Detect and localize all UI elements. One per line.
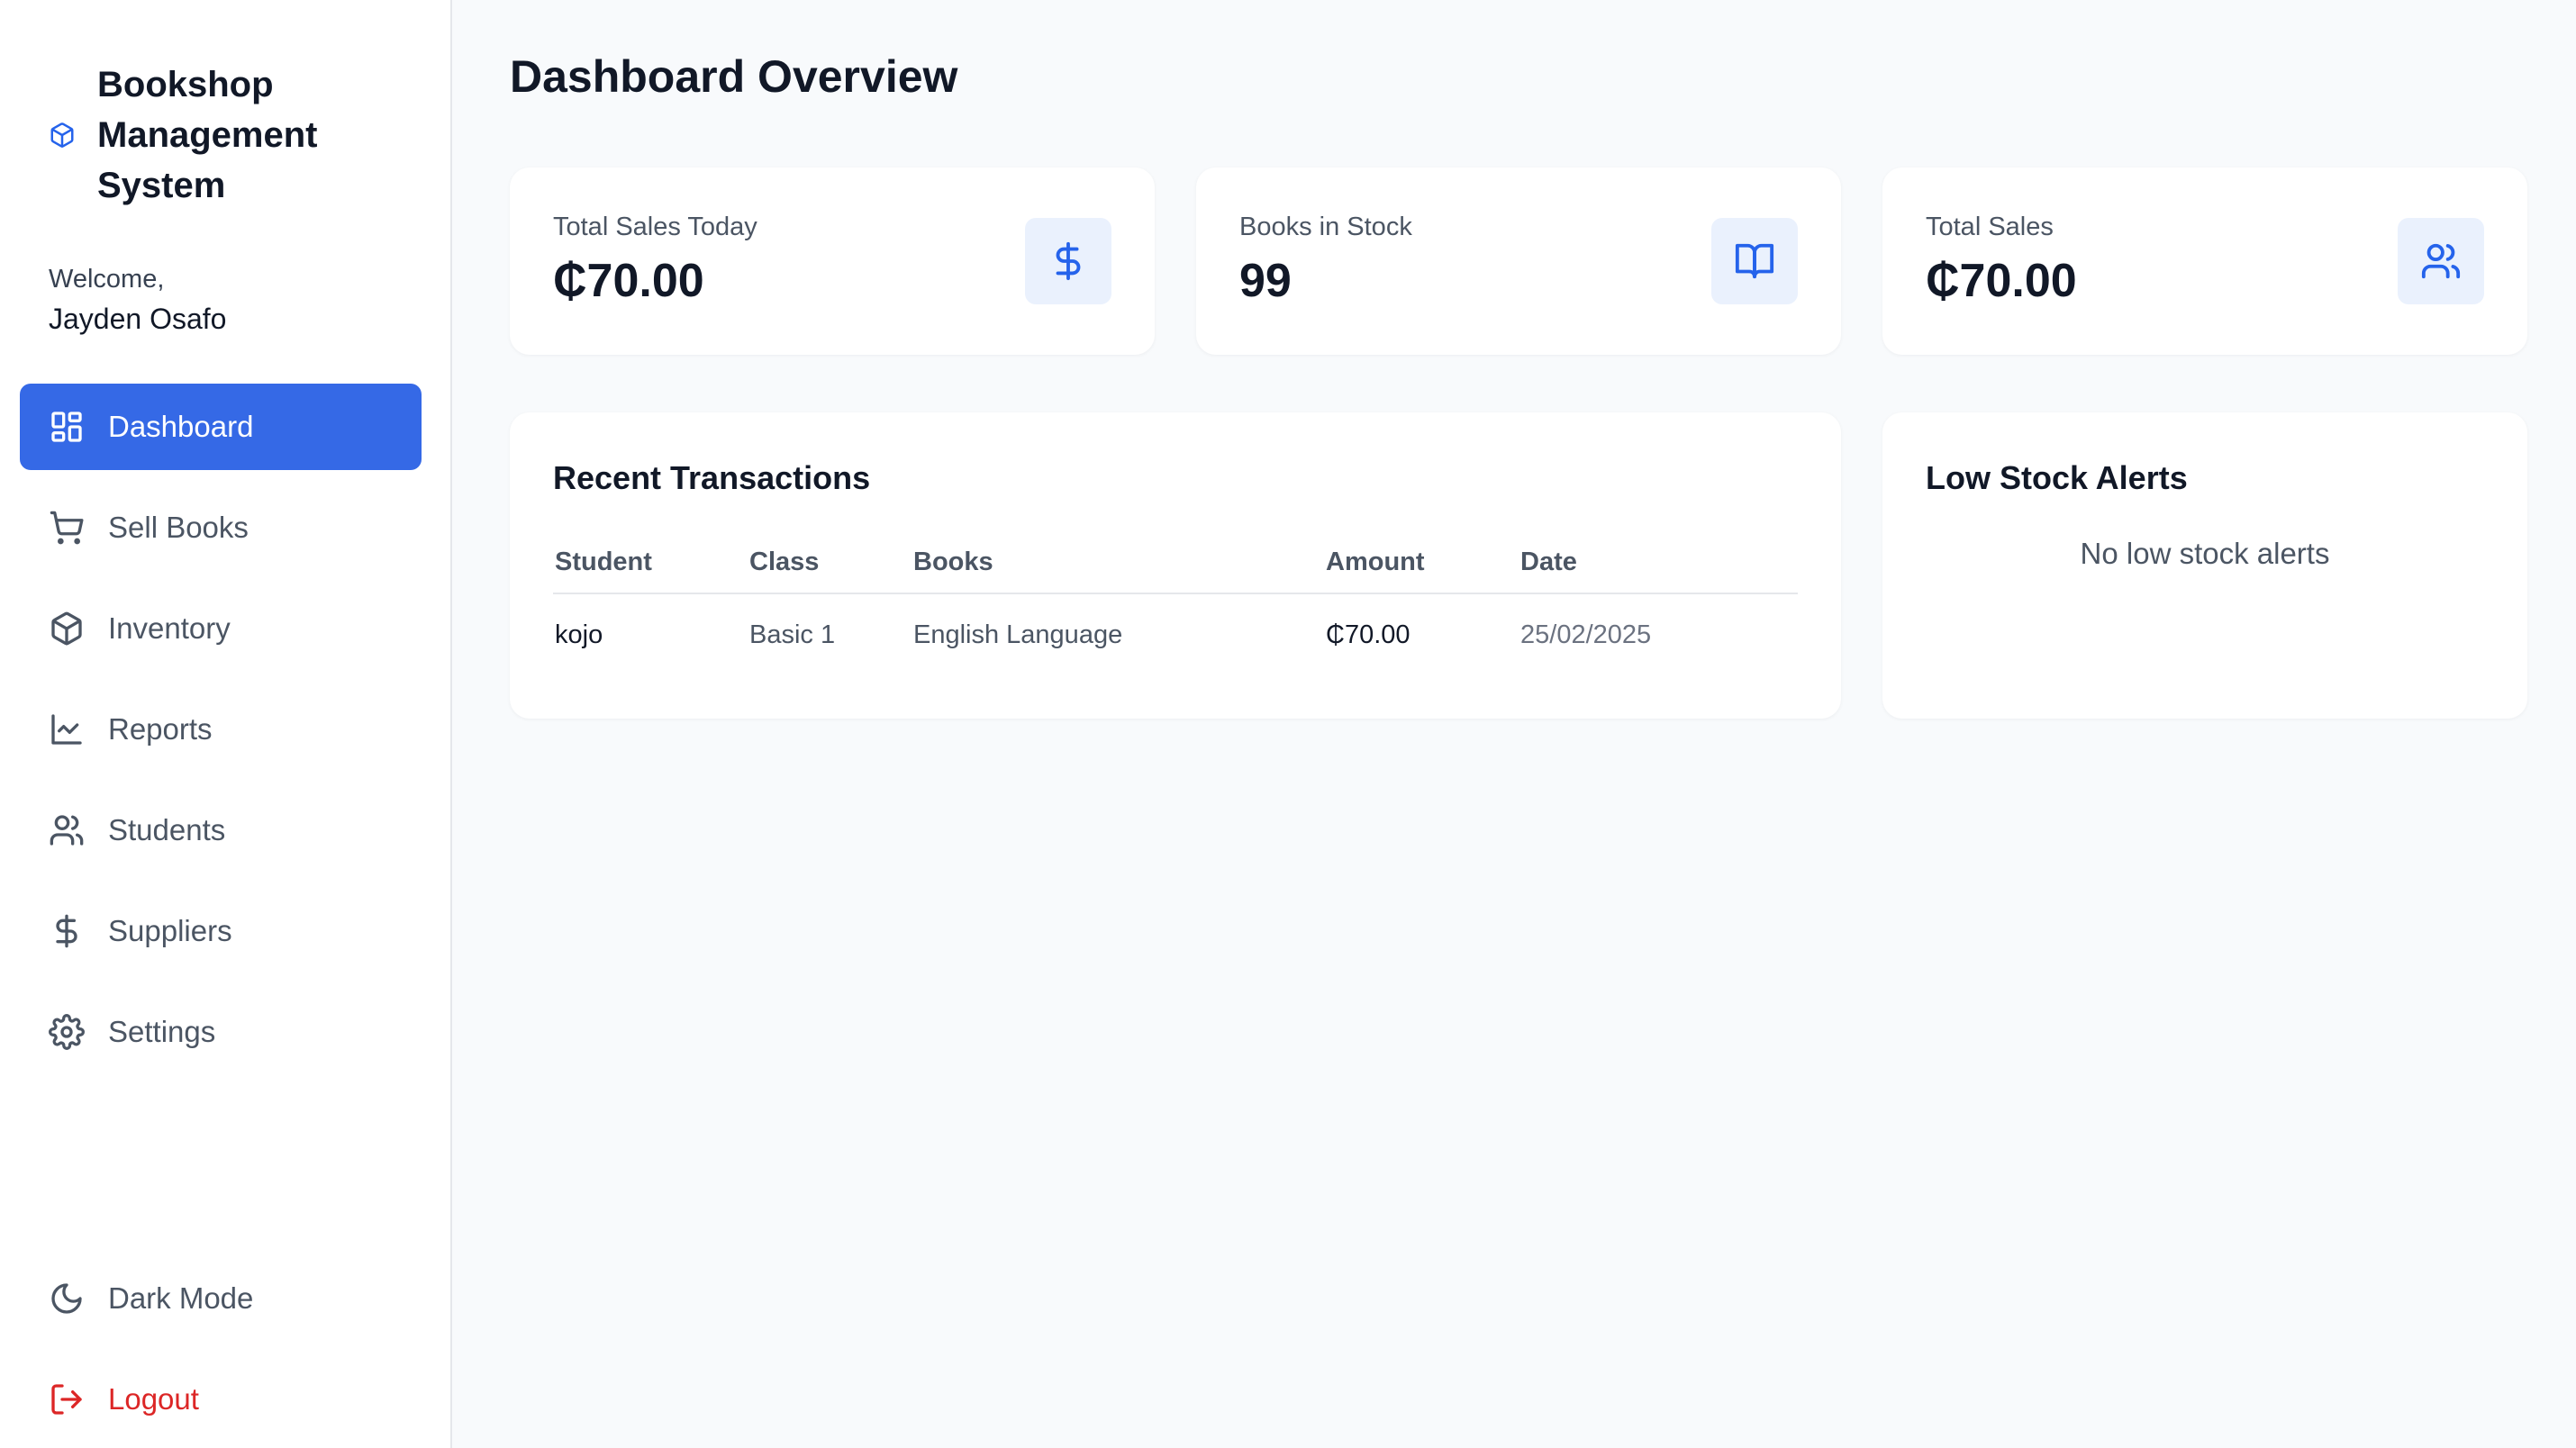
gear-icon [49, 1014, 85, 1050]
sidebar: Bookshop Management System Welcome, Jayd… [0, 0, 452, 1448]
package-icon [49, 611, 85, 647]
stat-value: 99 [1239, 255, 1292, 307]
column-header-date: Date [1520, 548, 1577, 576]
transactions-table: Student Class Books Amount Date kojo Bas… [553, 538, 1798, 675]
stat-label: Total Sales Today [553, 213, 757, 241]
low-stock-alerts-panel: Low Stock Alerts No low stock alerts [1882, 412, 2527, 719]
logout-button[interactable]: Logout [20, 1356, 422, 1443]
sidebar-item-label: Settings [108, 1015, 216, 1048]
table-header: Student Class Books Amount Date [553, 538, 1798, 594]
stat-cards: Total Sales Today ₵70.00 Books in Stock … [510, 167, 2527, 355]
sidebar-bottom: Dark Mode Logout [20, 1255, 422, 1448]
cell-books: English Language [913, 620, 1123, 649]
column-header-class: Class [749, 548, 820, 576]
dashboard-grid-icon [49, 409, 85, 445]
cell-class: Basic 1 [749, 620, 836, 649]
cell-date: 25/02/2025 [1520, 620, 1652, 649]
shopping-cart-icon [49, 510, 85, 546]
sidebar-item-label: Reports [108, 712, 213, 746]
main-content: Dashboard Overview Total Sales Today ₵70… [452, 0, 2576, 1448]
panel-title: Recent Transactions [553, 459, 871, 496]
sidebar-item-label: Dashboard [108, 410, 254, 443]
logout-icon [49, 1381, 85, 1417]
page-title: Dashboard Overview [510, 51, 958, 102]
sidebar-item-inventory[interactable]: Inventory [20, 585, 422, 672]
column-header-amount: Amount [1326, 548, 1425, 576]
sidebar-item-dashboard[interactable]: Dashboard [20, 384, 422, 470]
sidebar-item-suppliers[interactable]: Suppliers [20, 888, 422, 974]
stat-value: ₵70.00 [1926, 255, 2077, 307]
empty-state-message: No low stock alerts [2080, 537, 2330, 570]
welcome-label: Welcome, [49, 265, 165, 294]
logout-label: Logout [108, 1382, 199, 1416]
column-header-books: Books [913, 548, 993, 576]
cell-amount: ₵70.00 [1326, 620, 1410, 649]
panel-title: Low Stock Alerts [1926, 459, 2188, 496]
stat-label: Books in Stock [1239, 213, 1412, 241]
dollar-icon [49, 913, 85, 949]
recent-transactions-panel: Recent Transactions Student Class Books … [510, 412, 1841, 719]
users-icon [2398, 218, 2484, 304]
package-icon [49, 122, 76, 149]
app-root: Bookshop Management System Welcome, Jayd… [0, 0, 2576, 1448]
stat-label: Total Sales [1926, 213, 2054, 241]
dollar-icon [1025, 218, 1111, 304]
book-open-icon [1711, 218, 1798, 304]
stat-value: ₵70.00 [553, 255, 704, 307]
line-chart-icon [49, 711, 85, 747]
sidebar-item-settings[interactable]: Settings [20, 989, 422, 1075]
sidebar-item-sell-books[interactable]: Sell Books [20, 484, 422, 571]
table-row: kojo Basic 1 English Language ₵70.00 25/… [553, 594, 1798, 675]
dark-mode-label: Dark Mode [108, 1281, 254, 1315]
sidebar-item-students[interactable]: Students [20, 787, 422, 873]
moon-icon [49, 1281, 85, 1317]
stat-card-books-in-stock: Books in Stock 99 [1196, 167, 1841, 355]
sidebar-item-label: Students [108, 813, 226, 846]
user-name: Jayden Osafo [49, 303, 227, 335]
sidebar-item-label: Inventory [108, 611, 231, 645]
sidebar-item-label: Suppliers [108, 914, 232, 947]
sidebar-item-reports[interactable]: Reports [20, 686, 422, 773]
column-header-student: Student [555, 548, 652, 576]
stat-card-sales-today: Total Sales Today ₵70.00 [510, 167, 1155, 355]
cell-student: kojo [555, 620, 603, 649]
welcome-block: Welcome, Jayden Osafo [49, 261, 226, 339]
dark-mode-toggle[interactable]: Dark Mode [20, 1255, 422, 1342]
brand: Bookshop Management System [49, 59, 395, 211]
sidebar-item-label: Sell Books [108, 511, 249, 544]
app-title: Bookshop Management System [97, 65, 318, 205]
sidebar-nav: Dashboard Sell Books Inventory Reports S… [20, 384, 422, 1090]
users-icon [49, 812, 85, 848]
stat-card-total-sales: Total Sales ₵70.00 [1882, 167, 2527, 355]
